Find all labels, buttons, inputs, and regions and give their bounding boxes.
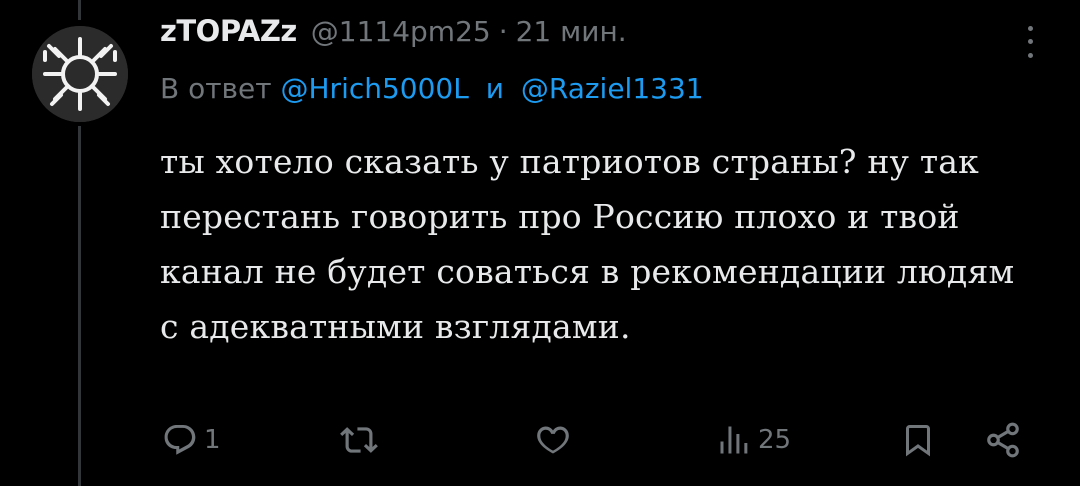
- avatar-burst-icon: [32, 26, 128, 122]
- reply-prefix: В ответ: [160, 72, 272, 105]
- share-icon: [987, 422, 1019, 458]
- reply-count: 1: [204, 425, 221, 455]
- like-icon: [537, 426, 569, 454]
- user-handle[interactable]: @1114pm25: [311, 15, 491, 48]
- views-button[interactable]: 25: [716, 418, 791, 462]
- display-name[interactable]: zTOPAZz: [160, 14, 297, 48]
- views-icon: [720, 426, 748, 454]
- reply-context: В ответ @Hrich5000L и @Raziel1331: [160, 72, 704, 105]
- mention-link[interactable]: @Hrich5000L: [281, 72, 469, 105]
- mention-link[interactable]: @Raziel1331: [521, 72, 704, 105]
- share-button[interactable]: [984, 418, 1022, 462]
- retweet-button[interactable]: [340, 418, 384, 462]
- views-count: 25: [758, 425, 792, 455]
- bookmark-button[interactable]: [900, 418, 936, 462]
- reply-conjunction: и: [485, 72, 504, 105]
- thread-line: [78, 126, 81, 486]
- more-button[interactable]: [1020, 22, 1040, 62]
- more-icon: [1027, 26, 1033, 32]
- separator-dot: ·: [498, 15, 508, 48]
- tweet-text: ты хотело сказать у патриотов страны? ну…: [160, 142, 1015, 346]
- reply-icon: [164, 425, 196, 455]
- thread-line-top: [78, 0, 81, 20]
- bookmark-icon: [906, 425, 930, 457]
- tweet-header: zTOPAZz @1114pm25 · 21 мин.: [160, 14, 627, 58]
- reply-button[interactable]: 1: [162, 418, 221, 462]
- retweet-icon: [340, 427, 378, 453]
- avatar[interactable]: [32, 26, 128, 122]
- timestamp[interactable]: 21 мин.: [516, 15, 627, 48]
- more-icon-dot: [1027, 39, 1033, 45]
- like-button[interactable]: [534, 418, 578, 462]
- action-bar: 1 25: [160, 418, 1040, 462]
- more-icon-dot: [1027, 52, 1033, 58]
